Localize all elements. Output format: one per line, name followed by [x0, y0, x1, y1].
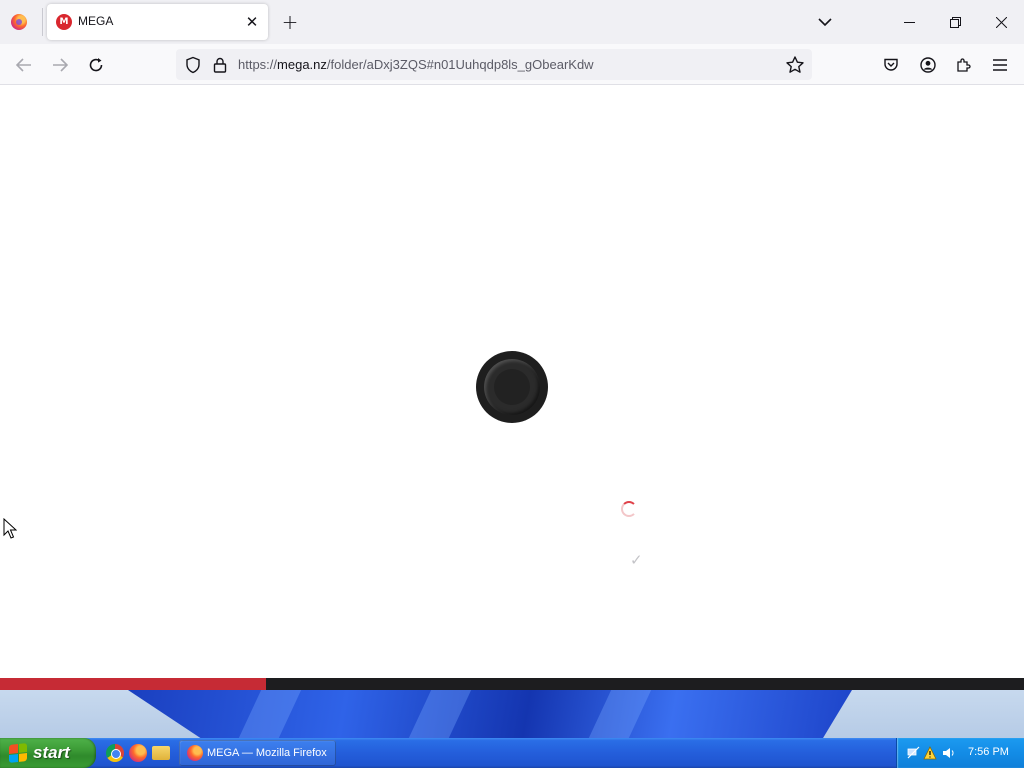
new-tab-button[interactable]: +: [279, 10, 301, 34]
navigation-toolbar: https://mega.nz/folder/aDxj3ZQS#n01Uuhqd…: [0, 44, 1024, 85]
extensions-button[interactable]: [953, 54, 975, 76]
start-button[interactable]: start: [0, 738, 96, 768]
page-progress-bar: [0, 678, 1024, 690]
account-icon: [920, 57, 936, 73]
folder-icon[interactable]: [152, 746, 170, 760]
url-scheme: https://: [238, 57, 278, 72]
system-tray: 7:56 PM: [896, 738, 1024, 768]
chrome-icon[interactable]: [106, 744, 124, 762]
tab-divider: [42, 8, 43, 36]
page-progress-fill: [0, 678, 267, 690]
url-path: /folder/aDxj3ZQS#n01Uuhqdp8ls_gObearKdw: [326, 57, 594, 72]
windows-flag-icon: [9, 743, 27, 763]
forward-button[interactable]: [47, 52, 73, 78]
tab-title: MEGA: [78, 14, 114, 28]
tab-strip: M MEGA ✕ +: [0, 0, 1024, 44]
pocket-button[interactable]: [880, 54, 902, 76]
lock-icon[interactable]: [211, 56, 229, 74]
tab-mega[interactable]: M MEGA ✕: [47, 4, 268, 40]
arrow-right-icon: [53, 58, 68, 72]
wallpaper-bloom: [128, 690, 852, 738]
url-bar[interactable]: https://mega.nz/folder/aDxj3ZQS#n01Uuhqd…: [176, 49, 812, 80]
taskbar-button-label: MEGA — Mozilla Firefox: [207, 747, 327, 759]
firefox-icon: [11, 14, 27, 30]
account-button[interactable]: [917, 54, 939, 76]
url-text[interactable]: https://mega.nz/folder/aDxj3ZQS#n01Uuhqd…: [238, 57, 594, 72]
mega-favicon-icon: M: [56, 14, 72, 30]
warning-icon[interactable]: [923, 746, 937, 760]
taskbar: start MEGA — Mozilla Firefox 7:56 PM: [0, 738, 1024, 768]
checkmark-icon: ✓: [630, 551, 643, 569]
shield-icon[interactable]: [184, 56, 202, 74]
minimize-button[interactable]: [886, 0, 932, 44]
firefox-icon[interactable]: [129, 744, 147, 762]
close-window-button[interactable]: [978, 0, 1024, 44]
network-icon[interactable]: [907, 746, 921, 760]
restore-button[interactable]: [932, 0, 978, 44]
loading-spinner-icon: [621, 501, 637, 517]
mouse-cursor-icon: [3, 518, 17, 539]
tab-close-button[interactable]: ✕: [241, 11, 263, 33]
volume-icon[interactable]: [942, 746, 956, 760]
restore-icon: [949, 16, 961, 28]
firefox-view-button[interactable]: [8, 11, 30, 33]
puzzle-icon: [957, 58, 971, 72]
minimize-icon: [903, 21, 915, 23]
firefox-icon: [187, 745, 203, 761]
start-label: start: [33, 743, 70, 762]
back-button[interactable]: [11, 52, 37, 78]
close-icon: [995, 16, 1007, 28]
pocket-icon: [884, 58, 898, 71]
reload-icon: [89, 58, 103, 72]
page-content: ✓: [0, 85, 1024, 678]
star-icon[interactable]: [785, 55, 805, 75]
app-menu-button[interactable]: [989, 54, 1011, 76]
taskbar-button-firefox[interactable]: MEGA — Mozilla Firefox: [179, 740, 336, 766]
clock[interactable]: 7:56 PM: [968, 746, 1009, 758]
hamburger-icon: [993, 59, 1007, 71]
chevron-down-icon: [818, 17, 832, 26]
reload-button[interactable]: [83, 52, 109, 78]
desktop-wallpaper: [0, 690, 1024, 738]
arrow-left-icon: [16, 58, 31, 72]
mega-loading-logo: [476, 351, 548, 423]
url-host: mega.nz: [277, 57, 327, 72]
list-all-tabs-button[interactable]: [814, 11, 836, 33]
